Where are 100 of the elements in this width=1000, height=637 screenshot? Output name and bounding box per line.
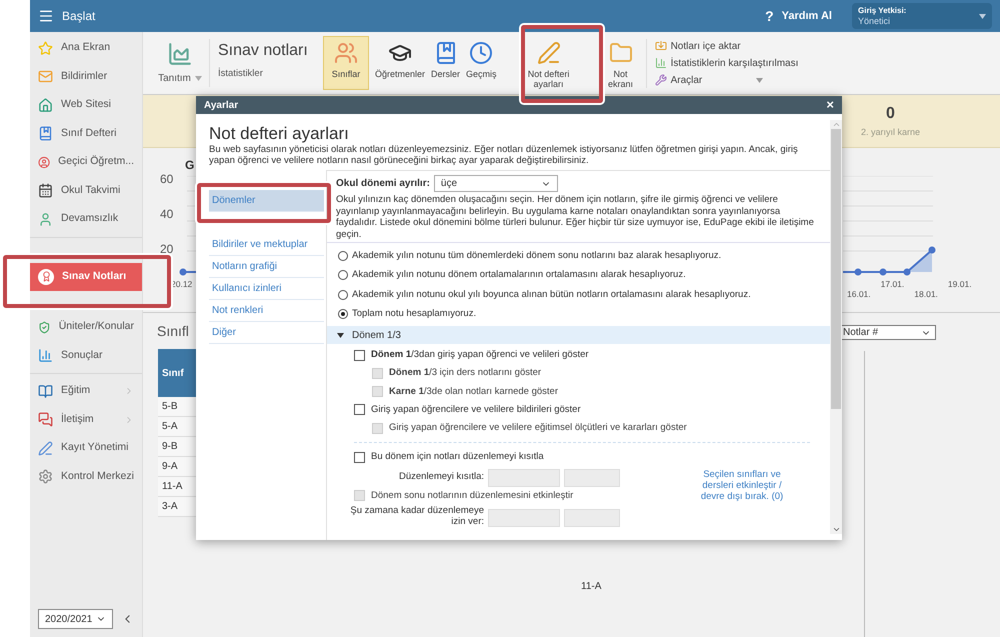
period-label: Okul dönemi ayrılır: [336,177,430,191]
sidebar-item[interactable]: Kontrol Merkezi [30,462,142,491]
settings-nav-item[interactable]: Notların grafiği [209,256,324,278]
scroll-down-icon[interactable] [832,525,840,534]
help-icon[interactable]: ? [765,6,774,26]
table-cell: 9-A [158,457,198,477]
toolbar-link[interactable]: Notları içe aktar [654,38,798,54]
axis-label: 18.01. [914,288,938,301]
period-section-header[interactable]: Dönem 1/3 [327,326,830,344]
caret-icon [979,14,986,18]
axis-label: 20 [160,241,174,258]
settings-nav-item[interactable]: Kullanıcı izinleri [209,278,324,300]
menu-icon[interactable] [38,8,54,24]
checkbox-label: Bu dönem için notları düzenlemeyi kısıtla [371,450,544,464]
table-cell: 5-A [158,417,198,437]
summary-label: 2. yarıyıl karne [860,126,920,140]
sidebar-item[interactable]: Sınıf Defteri [30,120,142,148]
sidebar-item[interactable]: Devamsızlık [30,205,142,234]
bar-chart-icon [38,348,53,364]
toolbar-button[interactable]: Öğretmenler [372,36,428,90]
sidebar-item[interactable]: Geçici Öğretm... [30,148,142,176]
toolbar-link[interactable]: İstatistiklerin karşılaştırılması [654,56,798,70]
intro-button[interactable]: Tanıtım [151,40,209,86]
role-select[interactable]: Giriş Yetkisi: Yönetici [852,3,992,29]
start-title[interactable]: Başlat [62,7,96,25]
radio-button[interactable] [338,290,348,300]
role-label: Giriş Yetkisi: [858,5,908,16]
axis-label: 40 [160,206,174,223]
pen-icon [38,440,53,456]
sidebar-item[interactable]: Ana Ekran [30,34,142,62]
calendar-icon [38,183,53,198]
toggle-link[interactable]: Seçilen sınıfları ve dersleri etkinleştir / devre dışı bırak. (0) [692,468,792,527]
toolbar-button[interactable]: Not defteri ayarları [516,36,582,90]
settings-nav-item[interactable]: Not renkleri [209,300,324,322]
sidebar-item[interactable]: Bildirimler [30,62,142,91]
sidebar-item[interactable]: Sonuçlar [30,342,142,370]
pencil-icon [536,41,561,65]
radio-button[interactable] [338,251,348,262]
import-icon [654,40,667,52]
time-field[interactable] [564,508,620,527]
clock-icon [469,41,494,65]
checkbox-label: Giriş yapan öğrencilere ve velilere bildirileri göster [371,402,581,417]
axis-label: 11-A [581,580,602,594]
sidebar-item[interactable]: Eğitim [30,377,142,406]
table-header: Sınıf [158,349,198,397]
star-icon [38,40,53,56]
data-point [928,246,936,254]
folder-icon [608,41,633,65]
gear-icon [38,469,53,484]
sidebar-item[interactable]: Kayıt Yönetimi [30,434,142,462]
shield-icon [38,320,51,335]
caret-icon [194,76,202,80]
radio-button[interactable] [338,270,348,280]
checkbox-label: Dönem sonu notlarının düzenlemesini etkinleştir [371,488,574,502]
checkbox-label: Karne 1/3de olan notları karnede göster [389,384,558,398]
close-icon[interactable]: × [826,95,834,115]
field-label: Düzenlemeyi kısıtla: [398,470,484,484]
toolbar-link[interactable]: Araçlar [654,72,798,88]
checkbox-label: Dönem 1/3dan giriş yapan öğrenci ve velileri göster [371,348,589,362]
sidebar-item[interactable]: Üniteler/Konular [30,313,142,342]
period-help: Okul yılınızın kaç dönemden oluşacağını seçin. Her dönem için notların, şifre ile girmiş öğrenci ve velilere yayınlanıp yayınlanmayacağını belirleyin. Bu uygulama karne notaları onaylandıktan sonra yayınlanıyorsa faydalıdır. Listede okul dönemini bölme türleri bulunur. Eğer hiçbir tür size uymuyor ise, EduPage ekibi ile iletişime geçin. [336,194,815,240]
checkbox[interactable] [354,404,365,416]
checkbox[interactable] [354,350,365,361]
settings-nav-item[interactable]: Diğer [209,322,324,344]
axis-label: 19.01. [948,278,972,291]
checkbox-label: Giriş yapan öğrencilere ve velilere eğitimsel ölçütleri ve kararları göster [389,421,687,435]
sidebar-item[interactable]: Okul Takvimi [30,176,142,205]
radio-button[interactable] [338,308,348,319]
toolbar-button[interactable]: Geçmiş [463,36,500,90]
sidebar-item[interactable]: Web Sitesi [30,91,142,120]
people-icon [334,41,358,65]
time-field[interactable] [564,468,620,486]
chart-line [180,268,196,276]
book-icon [38,126,53,142]
scrollbar[interactable] [830,120,842,534]
sidebar-item[interactable]: Sınav Notları [30,262,142,291]
date-field[interactable] [488,468,560,486]
date-field[interactable] [488,508,560,527]
page-subtitle: İstatistikler [218,67,264,81]
sidebar-item[interactable]: İletişim [30,406,142,434]
data-point [854,268,862,276]
dialog-description: Bu web sayfasının yöneticisi olarak notları düzenleyemezsiniz. Eğer notları düzenlemek istiyorsanız lütfen öğretmen girişi yapın. Ancak, giriş yapan öğrenci ve velilere notların nasıl görüneceğini birkaç ayar yaparak değiştirebilirsiniz. [209,144,799,166]
role-value: Yönetici [858,16,892,27]
toolbar-button[interactable]: Dersler [428,36,464,90]
toolbar-button[interactable]: Not ekranı [604,36,638,90]
checkbox-label: Dönem 1/3 için ders notlarını göster [389,366,542,380]
checkbox[interactable] [354,452,365,463]
period-select[interactable]: üçe [434,175,558,192]
mail-icon [38,69,53,84]
year-select[interactable]: 2020/2021 [38,609,114,629]
radio-label: Toplam notu hesaplamıyoruz. [352,306,476,321]
page-title: Sınav notları [218,41,309,61]
settings-nav-item[interactable]: Bildiriler ve mektuplar [209,234,324,256]
area-chart-icon [167,40,193,66]
field-label: Şu zamana kadar düzenlemeye izin ver: [349,504,484,527]
radio-label: Akademik yılın notunu dönem ortalamalarının ortalamasını alarak hesaplıyoruz. [352,268,686,282]
help-link[interactable]: Yardım Al [782,8,832,24]
data-point [904,268,910,276]
table-cell: 5-B [158,397,198,417]
toolbar-button[interactable]: Sınıflar [323,36,369,90]
